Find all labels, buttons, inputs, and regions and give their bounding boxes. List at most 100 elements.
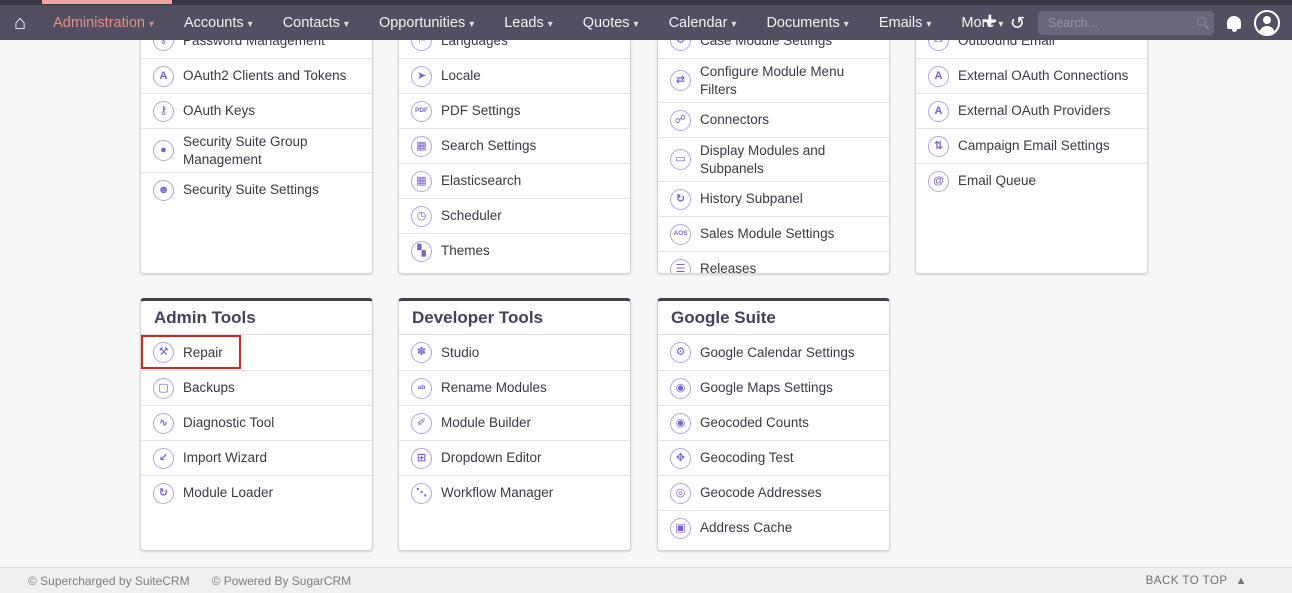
admin-item-import-wizard[interactable]: ↙Import Wizard <box>141 440 372 475</box>
admin-page-content: ⚷Password ManagementAOAuth2 Clients and … <box>0 0 1292 567</box>
nav-item-administration[interactable]: Administration▾ <box>38 15 169 31</box>
admin-item-label: Releases <box>700 260 756 274</box>
chevron-down-icon: ▾ <box>926 19 931 30</box>
scheduler-icon: ◷ <box>411 206 432 227</box>
email-queue-icon: @ <box>928 171 949 192</box>
admin-item-google-calendar-settings[interactable]: ⚙Google Calendar Settings <box>658 335 889 370</box>
nav-item-label: Opportunities <box>379 15 465 31</box>
admin-item-releases[interactable]: ☰Releases <box>658 251 889 274</box>
admin-item-workflow-manager[interactable]: ⋱Workflow Manager <box>399 475 630 510</box>
nav-menu: Administration▾Accounts▾Contacts▾Opportu… <box>38 15 1018 31</box>
search-icon[interactable] <box>1197 17 1206 26</box>
nav-item-opportunities[interactable]: Opportunities ▾ <box>364 15 489 31</box>
admin-item-geocode-addresses[interactable]: ◎ Geocode Addresses <box>658 475 889 510</box>
admin-item-external-oauth-connections[interactable]: AExternal OAuth Connections <box>916 58 1147 93</box>
admin-item-label: Geocode Addresses <box>700 484 822 502</box>
chevron-down-icon: ▾ <box>248 19 253 30</box>
admin-item-label: Geocoded Counts <box>700 414 809 432</box>
chevron-down-icon: ▾ <box>634 19 639 30</box>
admin-item-scheduler[interactable]: ◷Scheduler <box>399 198 630 233</box>
admin-item-label: Geocoding Test <box>700 449 794 467</box>
nav-item-accounts[interactable]: Accounts▾ <box>169 15 268 31</box>
admin-item-search-settings[interactable]: ▦Search Settings <box>399 128 630 163</box>
nav-item-quotes[interactable]: Quotes▾ <box>568 15 654 31</box>
admin-item-label: Themes <box>441 242 490 260</box>
pdf-icon: PDF <box>411 101 432 122</box>
connectors-icon: ☍ <box>670 110 691 131</box>
admin-item-label: Backups <box>183 379 235 397</box>
admin-item-label: Security Suite Settings <box>183 181 319 199</box>
admin-item-label: PDF Settings <box>441 102 521 120</box>
card-email-column: ✉Outbound EmailAExternal OAuth Connectio… <box>915 22 1148 274</box>
admin-item-label: Google Maps Settings <box>700 379 833 397</box>
admin-item-repair[interactable]: ⚒Repair <box>141 335 372 370</box>
nav-item-leads[interactable]: Leads▾ <box>489 15 568 31</box>
geocode-addresses-icon: ◎ <box>670 483 691 504</box>
back-to-top-link[interactable]: BACK TO TOP ▲ <box>1146 575 1247 587</box>
admin-item-geocoded-counts[interactable]: ◉Geocoded Counts <box>658 405 889 440</box>
admin-item-sales-module-settings[interactable]: AOS Sales Module Settings <box>658 216 889 251</box>
admin-item-diagnostic-tool[interactable]: ∿Diagnostic Tool <box>141 405 372 440</box>
admin-item-label: Studio <box>441 344 479 362</box>
admin-item-pdf-settings[interactable]: PDF PDF Settings <box>399 93 630 128</box>
admin-item-security-suite-group-management[interactable]: ●Security Suite Group Management <box>141 128 372 172</box>
admin-item-label: Display Modules and Subpanels <box>700 142 881 177</box>
admin-item-dropdown-editor[interactable]: ⊞Dropdown Editor <box>399 440 630 475</box>
admin-item-history-subpanel[interactable]: ↻History Subpanel <box>658 181 889 216</box>
nav-item-calendar[interactable]: Calendar▾ <box>654 15 752 31</box>
nav-item-contacts[interactable]: Contacts▾ <box>268 15 364 31</box>
admin-item-locale[interactable]: ➤Locale <box>399 58 630 93</box>
admin-item-studio[interactable]: ✽Studio <box>399 335 630 370</box>
admin-item-campaign-email-settings[interactable]: ⇅Campaign Email Settings <box>916 128 1147 163</box>
notifications-bell-icon[interactable] <box>1227 16 1241 29</box>
admin-item-oauth-keys[interactable]: ⚷OAuth Keys <box>141 93 372 128</box>
admin-item-elasticsearch[interactable]: ▦Elasticsearch <box>399 163 630 198</box>
search-input[interactable] <box>1038 11 1214 35</box>
quick-create-plus-icon[interactable]: + <box>983 10 997 34</box>
admin-item-label: Configure Module Menu Filters <box>700 63 881 98</box>
admin-item-connectors[interactable]: ☍Connectors <box>658 102 889 137</box>
recently-viewed-history-icon[interactable]: ↺ <box>1010 14 1025 32</box>
user-avatar[interactable] <box>1254 10 1280 36</box>
nav-item-label: Calendar <box>669 15 728 31</box>
admin-item-oauth2-clients-and-tokens[interactable]: AOAuth2 Clients and Tokens <box>141 58 372 93</box>
admin-item-label: Module Loader <box>183 484 273 502</box>
backups-icon: ▢ <box>153 378 174 399</box>
sales-module-icon: AOS <box>670 224 691 245</box>
admin-item-geocoding-test[interactable]: ✥Geocoding Test <box>658 440 889 475</box>
nav-item-documents[interactable]: Documents▾ <box>751 15 863 31</box>
page-footer: © Supercharged by SuiteCRM © Powered By … <box>0 567 1292 593</box>
suitecrm-copyright: © Supercharged by SuiteCRM <box>28 574 190 588</box>
up-arrow-icon: ▲ <box>1236 575 1247 587</box>
admin-item-external-oauth-providers[interactable]: AExternal OAuth Providers <box>916 93 1147 128</box>
security-settings-icon: ☻ <box>153 180 174 201</box>
admin-item-module-loader[interactable]: ↻Module Loader <box>141 475 372 510</box>
admin-item-module-builder[interactable]: ✐Module Builder <box>399 405 630 440</box>
admin-item-security-suite-settings[interactable]: ☻ Security Suite Settings <box>141 172 372 207</box>
admin-item-label: Sales Module Settings <box>700 225 834 243</box>
admin-item-display-modules-and-subpanels[interactable]: ▭Display Modules and Subpanels <box>658 137 889 181</box>
admin-item-label: External OAuth Providers <box>958 102 1110 120</box>
admin-item-email-queue[interactable]: @Email Queue <box>916 163 1147 198</box>
admin-item-themes[interactable]: ▚ Themes <box>399 233 630 268</box>
admin-item-rename-modules[interactable]: abRename Modules <box>399 370 630 405</box>
admin-item-label: Locale <box>441 67 481 85</box>
admin-item-backups[interactable]: ▢ Backups <box>141 370 372 405</box>
card-admin-tools: Admin Tools⚒Repair▢Backups∿Diagnostic To… <box>140 298 373 551</box>
workflow-icon: ⋱ <box>411 483 432 504</box>
address-cache-icon: ▣ <box>670 518 691 539</box>
admin-item-google-maps-settings[interactable]: ◉Google Maps Settings <box>658 370 889 405</box>
chevron-down-icon: ▾ <box>344 19 349 30</box>
dropdown-editor-icon: ⊞ <box>411 448 432 469</box>
card-google-suite: Google Suite⚙Google Calendar Settings◉Go… <box>657 298 890 551</box>
chevron-down-icon: ▾ <box>469 19 474 30</box>
themes-icon: ▚ <box>411 241 432 262</box>
card-developer-tools: Developer Tools✽StudioabRename Modules✐M… <box>398 298 631 551</box>
admin-item-label: OAuth Keys <box>183 102 255 120</box>
back-to-top-label: BACK TO TOP <box>1146 575 1228 587</box>
admin-item-configure-module-menu-filters[interactable]: ⇄Configure Module Menu Filters <box>658 58 889 102</box>
gcal-settings-icon: ⚙ <box>670 342 691 363</box>
home-icon[interactable]: ⌂ <box>14 13 26 33</box>
nav-item-emails[interactable]: Emails▾ <box>864 15 947 31</box>
admin-item-address-cache[interactable]: ▣Address Cache <box>658 510 889 545</box>
